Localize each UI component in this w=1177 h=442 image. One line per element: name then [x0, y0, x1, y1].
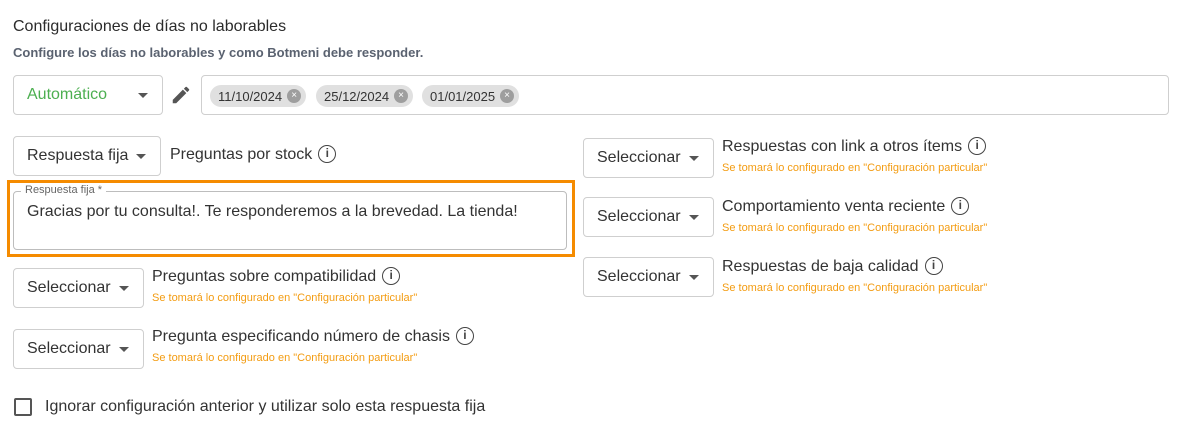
info-icon[interactable]: i: [924, 257, 943, 275]
ignore-config-label: Ignorar configuración anterior y utiliza…: [45, 398, 486, 415]
chevron-down-icon: [689, 214, 699, 220]
label-text: Respuestas de baja calidad: [722, 258, 919, 276]
chevron-down-icon: [138, 92, 148, 98]
date-chip-label: 25/12/2024: [324, 88, 390, 104]
section-title: Configuraciones de días no laborables: [13, 18, 287, 35]
info-icon[interactable]: i: [951, 197, 970, 215]
chassis-select[interactable]: Seleccionar: [13, 329, 144, 369]
dates-input[interactable]: 11/10/2024 × 25/12/2024 × 01/01/2025 ×: [201, 75, 1169, 115]
chassis-label: Pregunta especificando número de chasis i: [152, 327, 474, 346]
info-icon[interactable]: i: [382, 267, 401, 285]
label-text: Respuestas con link a otros ítems: [722, 138, 963, 156]
select-value: Seleccionar: [597, 149, 681, 166]
chevron-down-icon: [689, 155, 699, 161]
recent-sale-select[interactable]: Seleccionar: [583, 197, 714, 237]
date-chip: 11/10/2024 ×: [210, 85, 307, 107]
info-icon[interactable]: i: [318, 145, 337, 163]
chevron-down-icon: [136, 153, 146, 159]
info-icon[interactable]: i: [455, 327, 474, 345]
remove-chip-icon[interactable]: ×: [287, 89, 302, 103]
remove-chip-icon[interactable]: ×: [500, 89, 515, 103]
recent-sale-note: Se tomará lo configurado en "Configuraci…: [722, 222, 988, 234]
date-chip-label: 11/10/2024: [218, 88, 283, 104]
remove-chip-icon[interactable]: ×: [394, 89, 409, 103]
section-subtitle: Configure los días no laborables y como …: [13, 45, 424, 60]
recent-sale-label: Comportamiento venta reciente i: [722, 197, 970, 216]
links-label: Respuestas con link a otros ítems i: [722, 137, 987, 156]
pencil-icon[interactable]: [170, 84, 192, 106]
label-text: Preguntas por stock: [170, 146, 313, 164]
mode-select-value: Automático: [27, 86, 108, 103]
links-note: Se tomará lo configurado en "Configuraci…: [722, 162, 988, 174]
chassis-note: Se tomará lo configurado en "Configuraci…: [152, 352, 418, 364]
links-select[interactable]: Seleccionar: [583, 138, 714, 178]
label-text: Pregunta especificando número de chasis: [152, 328, 450, 346]
fixed-response-legend: Respuesta fija *: [21, 184, 107, 196]
ignore-config-checkbox[interactable]: [14, 398, 32, 416]
stock-questions-label: Preguntas por stock i: [170, 145, 337, 164]
chevron-down-icon: [689, 274, 699, 280]
select-value: Seleccionar: [597, 268, 681, 285]
info-icon[interactable]: i: [968, 137, 987, 155]
chevron-down-icon: [119, 285, 129, 291]
compatibility-select[interactable]: Seleccionar: [13, 268, 144, 308]
low-quality-label: Respuestas de baja calidad i: [722, 257, 943, 276]
date-chip: 01/01/2025 ×: [422, 85, 520, 107]
stock-questions-select[interactable]: Respuesta fija: [13, 136, 161, 176]
fixed-response-value: Gracias por tu consulta!. Te responderem…: [27, 203, 518, 220]
low-quality-select[interactable]: Seleccionar: [583, 257, 714, 297]
compatibility-note: Se tomará lo configurado en "Configuraci…: [152, 292, 418, 304]
date-chip: 25/12/2024 ×: [316, 85, 414, 107]
select-value: Respuesta fija: [27, 147, 129, 164]
select-value: Seleccionar: [27, 279, 111, 296]
date-chip-label: 01/01/2025: [430, 88, 496, 104]
label-text: Preguntas sobre compatibilidad: [152, 268, 377, 286]
compatibility-label: Preguntas sobre compatibilidad i: [152, 267, 401, 286]
low-quality-note: Se tomará lo configurado en "Configuraci…: [722, 282, 988, 294]
chevron-down-icon: [119, 346, 129, 352]
label-text: Comportamiento venta reciente: [722, 198, 946, 216]
select-value: Seleccionar: [27, 340, 111, 357]
select-value: Seleccionar: [597, 208, 681, 225]
mode-select[interactable]: Automático: [13, 75, 163, 115]
